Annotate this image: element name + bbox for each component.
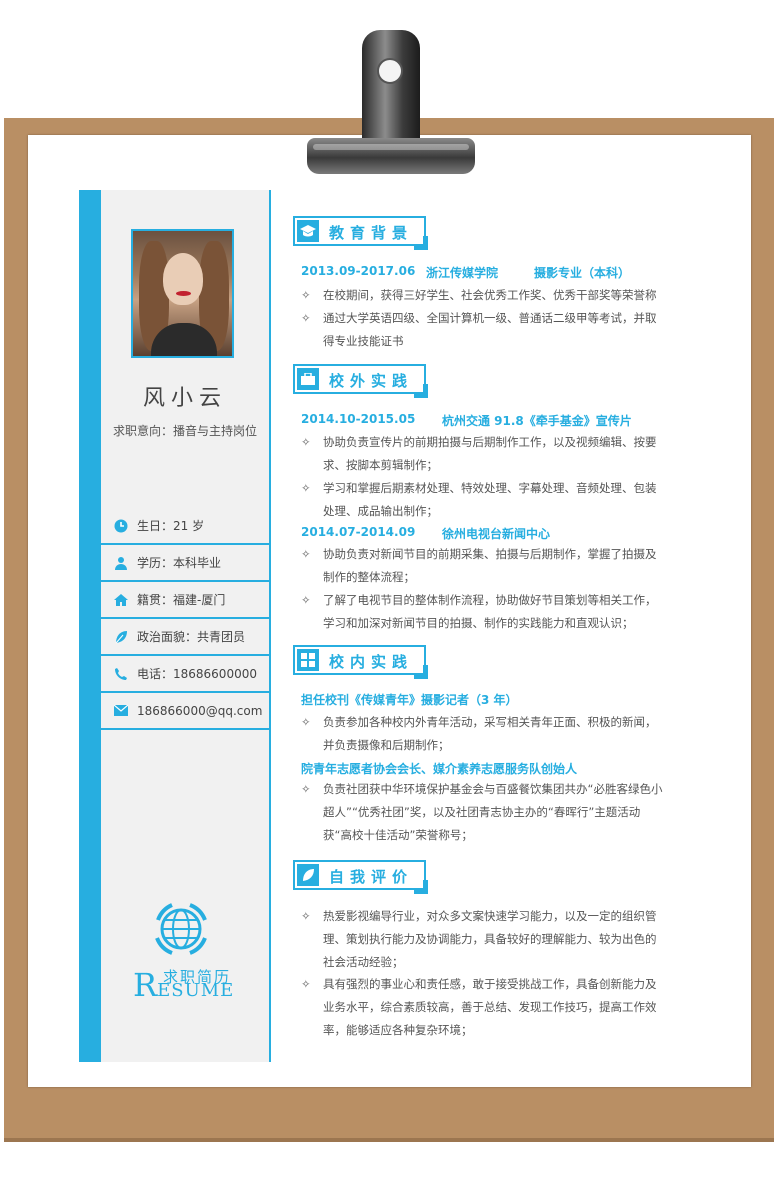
bullet-icon: ✧	[301, 593, 311, 607]
campus-role2: 院青年志愿者协会会长、媒介素养志愿服务队创始人	[301, 762, 578, 776]
list-item-text: 热爱影视编导行业，对众多文案快速学习能力，以及一定的组织管理、策划执行能力及协调…	[323, 909, 657, 969]
mail-icon	[114, 704, 128, 718]
section-corner	[414, 384, 428, 398]
info-hometown-text: 籍贯：福建-厦门	[137, 593, 226, 607]
leaf-icon	[114, 630, 128, 644]
job2-date: 2014.07-2014.09	[301, 525, 416, 539]
list-item: ✧ 协助负责对新闻节目的前期采集、拍摄与后期制作，掌握了拍摄及制作的整体流程；	[301, 543, 663, 589]
job2-org: 徐州电视台新闻中心	[442, 527, 551, 541]
list-item-text: 负责参加各种校内外青年活动，采写相关青年正面、积极的新闻，并负责摄像和后期制作；	[323, 715, 657, 752]
info-email-text: 186866000@qq.com	[137, 703, 263, 718]
list-item-text: 协助负责宣传片的前期拍摄与后期制作工作，以及视频编辑、按要求、按脚本剪辑制作；	[323, 435, 657, 472]
job1-date: 2014.10-2015.05	[301, 412, 416, 426]
section-header-campus: 校内实践	[293, 645, 428, 679]
leaf-icon	[297, 864, 319, 886]
logo-rest-letters: ESUME	[157, 980, 235, 1001]
section-title-education: 教育背景	[329, 224, 414, 242]
info-politics-text: 政治面貌：共青团员	[137, 630, 246, 644]
list-item: ✧ 负责参加各种校内外青年活动，采写相关青年正面、积极的新闻，并负责摄像和后期制作…	[301, 711, 663, 757]
person-icon	[114, 556, 128, 570]
grid-icon	[297, 649, 319, 671]
section-header-outside: 校外实践	[293, 364, 428, 398]
section-title-campus: 校内实践	[329, 653, 414, 671]
education-school: 浙江传媒学院	[426, 266, 499, 280]
graduation-cap-icon	[297, 220, 319, 242]
info-birth: 生日：21 岁	[101, 508, 269, 545]
bullet-icon: ✧	[301, 481, 311, 495]
list-item: ✧ 协助负责宣传片的前期拍摄与后期制作工作，以及视频编辑、按要求、按脚本剪辑制作；	[301, 431, 663, 477]
sidebar-accent-bar	[79, 190, 101, 1062]
list-item: ✧ 在校期间，获得三好学生、社会优秀工作奖、优秀干部奖等荣誉称	[301, 284, 663, 307]
info-hometown: 籍贯：福建-厦门	[101, 582, 269, 619]
bullet-icon: ✧	[301, 715, 311, 729]
list-item: ✧ 具有强烈的事业心和责任感，敢于接受挑战工作，具备创新能力及业务水平，综合素质较…	[301, 973, 663, 1042]
section-title-self: 自我评价	[329, 868, 414, 886]
logo-big-letter: R	[133, 966, 158, 1004]
clipboard-edge	[4, 1138, 774, 1142]
bullet-icon: ✧	[301, 547, 311, 561]
section-header-education: 教育背景	[293, 216, 428, 250]
section-title-outside: 校外实践	[329, 372, 414, 390]
binder-clip-base	[307, 138, 475, 174]
sidebar-divider	[269, 190, 271, 1062]
globe-icon	[152, 900, 210, 958]
list-item-text: 学习和掌握后期素材处理、特效处理、字幕处理、音频处理、包装处理、成品输出制作；	[323, 481, 657, 518]
section-corner	[414, 236, 428, 250]
info-education: 学历：本科毕业	[101, 545, 269, 582]
list-item: ✧ 学习和掌握后期素材处理、特效处理、字幕处理、音频处理、包装处理、成品输出制作；	[301, 477, 663, 523]
info-phone-text: 电话：18686600000	[137, 667, 257, 681]
list-item-text: 负责社团获中华环境保护基金会与百盛餐饮集团共办“必胜客绿色小超人”“优秀社团”奖…	[323, 782, 663, 842]
info-politics: 政治面貌：共青团员	[101, 619, 269, 656]
list-item: ✧ 通过大学英语四级、全国计算机一级、普通话二级甲等考试，并取得专业技能证书	[301, 307, 663, 353]
info-education-text: 学历：本科毕业	[137, 556, 222, 570]
list-item-text: 在校期间，获得三好学生、社会优秀工作奖、优秀干部奖等荣誉称	[323, 288, 657, 302]
education-date: 2013.09-2017.06	[301, 264, 416, 278]
list-item: ✧ 了解了电视节目的整体制作流程，协助做好节目策划等相关工作，学习和加深对新闻节目…	[301, 589, 663, 635]
job1-org: 杭州交通 91.8《牵手基金》宣传片	[442, 414, 632, 428]
phone-icon	[114, 667, 128, 681]
bullet-icon: ✧	[301, 782, 311, 796]
binder-clip-hole	[377, 58, 403, 84]
campus-role1: 担任校刊《传媒青年》摄影记者（3 年）	[301, 693, 518, 707]
list-item-text: 协助负责对新闻节目的前期采集、拍摄与后期制作，掌握了拍摄及制作的整体流程；	[323, 547, 657, 584]
photo-lips	[176, 291, 191, 296]
bullet-icon: ✧	[301, 977, 311, 991]
candidate-name: 风小云	[142, 386, 227, 411]
section-header-self: 自我评价	[293, 860, 428, 894]
job-intent: 求职意向：播音与主持岗位	[112, 424, 257, 438]
list-item-text: 通过大学英语四级、全国计算机一级、普通话二级甲等考试，并取得专业技能证书	[323, 311, 657, 348]
binder-clip-arm	[362, 30, 420, 148]
bullet-icon: ✧	[301, 311, 311, 325]
logo-english-title: RESUME	[133, 968, 234, 1008]
list-item-text: 了解了电视节目的整体制作流程，协助做好节目策划等相关工作，学习和加深对新闻节目的…	[323, 593, 657, 630]
list-item-text: 具有强烈的事业心和责任感，敢于接受挑战工作，具备创新能力及业务水平，综合素质较高…	[323, 977, 657, 1037]
info-email: 186866000@qq.com	[101, 693, 269, 730]
education-major: 摄影专业（本科）	[534, 266, 631, 280]
bullet-icon: ✧	[301, 435, 311, 449]
info-phone: 电话：18686600000	[101, 656, 269, 693]
home-icon	[114, 593, 128, 607]
photo-face	[163, 253, 203, 305]
info-birth-text: 生日：21 岁	[137, 519, 205, 533]
list-item: ✧ 负责社团获中华环境保护基金会与百盛餐饮集团共办“必胜客绿色小超人”“优秀社团”…	[301, 778, 663, 847]
section-corner	[414, 880, 428, 894]
bullet-icon: ✧	[301, 909, 311, 923]
bullet-icon: ✧	[301, 288, 311, 302]
clock-icon	[114, 519, 128, 533]
profile-photo	[131, 229, 234, 358]
list-item: ✧ 热爱影视编导行业，对众多文案快速学习能力，以及一定的组织管理、策划执行能力及协…	[301, 905, 663, 974]
briefcase-icon	[297, 368, 319, 390]
section-corner	[414, 665, 428, 679]
